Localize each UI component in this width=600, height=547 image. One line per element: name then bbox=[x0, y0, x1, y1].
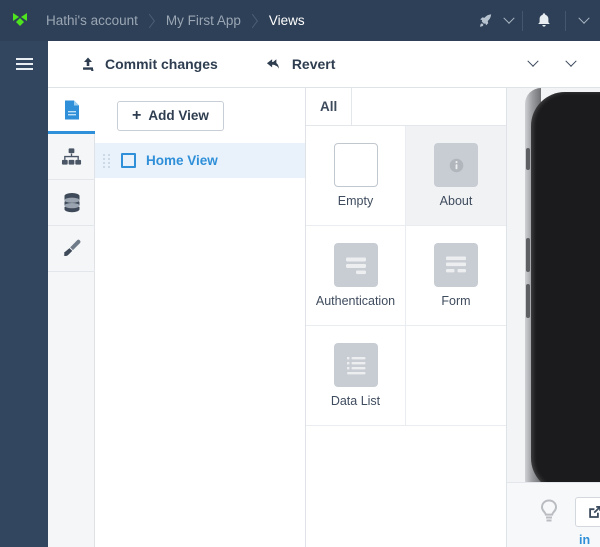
add-view-button[interactable]: + Add View bbox=[117, 100, 224, 131]
empty-square-icon bbox=[333, 143, 378, 187]
breadcrumb-separator-icon bbox=[246, 13, 258, 28]
view-item-label: Home View bbox=[146, 153, 218, 168]
user-menu-button[interactable] bbox=[568, 0, 600, 41]
template-grid: Empty About Authentication Form Data Lis… bbox=[306, 126, 506, 426]
app-root: Hathi's account My First App Views Commi… bbox=[0, 0, 600, 547]
phone-side-button bbox=[526, 148, 530, 170]
hamburger-menu-icon bbox=[15, 58, 33, 60]
tab-all[interactable]: All bbox=[306, 87, 353, 126]
rocket-icon bbox=[479, 14, 491, 27]
hint-lightbulb-button[interactable] bbox=[537, 497, 563, 527]
editor-section-tabs bbox=[48, 88, 95, 547]
breadcrumb-item-account[interactable]: Hathi's account bbox=[40, 0, 160, 41]
header-divider bbox=[522, 10, 523, 31]
list-icon bbox=[333, 343, 378, 387]
drag-handle-icon[interactable] bbox=[103, 153, 111, 168]
add-view-row: + Add View bbox=[95, 88, 305, 143]
template-label: Authentication bbox=[315, 294, 396, 308]
sidebar-item-structure[interactable] bbox=[48, 134, 95, 180]
left-rail bbox=[0, 41, 48, 547]
upload-icon bbox=[83, 57, 94, 71]
template-item-about[interactable]: About bbox=[406, 126, 506, 226]
template-label: About bbox=[439, 194, 473, 208]
revert-button[interactable]: Revert bbox=[250, 41, 352, 88]
bowtie-logo-icon bbox=[13, 12, 27, 26]
phone-volume-up-button bbox=[526, 238, 530, 272]
sidebar-item-data[interactable] bbox=[48, 180, 95, 226]
template-item-empty[interactable]: Empty bbox=[306, 126, 406, 226]
header-actions bbox=[472, 0, 600, 41]
toolbar-dropdown-2-button[interactable] bbox=[552, 41, 590, 88]
rocket-dropdown-button[interactable] bbox=[498, 0, 520, 41]
preview-footer: in bbox=[507, 482, 600, 547]
auth-form-icon bbox=[333, 243, 378, 287]
app-logo[interactable] bbox=[0, 0, 40, 41]
list-item[interactable]: Home View bbox=[95, 143, 305, 178]
bell-icon bbox=[538, 13, 550, 27]
notifications-button[interactable] bbox=[525, 0, 563, 41]
breadcrumb: Hathi's account My First App Views bbox=[40, 0, 327, 41]
chevron-down-icon bbox=[503, 12, 515, 24]
rocket-launch-button[interactable] bbox=[472, 0, 498, 41]
header-divider bbox=[565, 10, 566, 31]
paintbrush-icon bbox=[63, 239, 81, 257]
chevron-down-icon bbox=[527, 55, 539, 67]
template-grid-filler bbox=[406, 326, 506, 426]
lightbulb-icon bbox=[540, 499, 558, 522]
template-label: Data List bbox=[330, 394, 381, 408]
hamburger-menu-button[interactable] bbox=[0, 41, 48, 87]
form-icon bbox=[434, 243, 478, 287]
chevron-down-icon bbox=[578, 12, 590, 24]
chevron-down-icon bbox=[565, 55, 577, 67]
toolbar-dropdown-1-button[interactable] bbox=[514, 41, 552, 88]
toolbar-right-actions bbox=[514, 41, 600, 88]
undo-arrow-icon bbox=[266, 58, 279, 69]
commit-changes-button[interactable]: Commit changes bbox=[64, 41, 234, 88]
sidebar-item-theme[interactable] bbox=[48, 226, 95, 272]
breadcrumb-label: Views bbox=[268, 13, 305, 28]
editor-toolbar: Commit changes Revert bbox=[48, 41, 600, 88]
revert-label: Revert bbox=[291, 56, 336, 72]
views-list-panel: + Add View Home View bbox=[95, 88, 306, 547]
template-item-authentication[interactable]: Authentication bbox=[306, 226, 406, 326]
template-label: Form bbox=[441, 294, 471, 308]
templates-panel: All Empty About Authentication Form Data… bbox=[306, 87, 507, 547]
info-circle-icon bbox=[434, 143, 478, 187]
sidebar-item-pages[interactable] bbox=[48, 88, 95, 134]
template-filter-tabs: All bbox=[306, 87, 506, 126]
breadcrumb-separator-icon bbox=[143, 13, 155, 28]
breadcrumb-item-views[interactable]: Views bbox=[263, 0, 327, 41]
open-external-preview-button[interactable] bbox=[575, 497, 600, 527]
breadcrumb-label: Hathi's account bbox=[46, 13, 138, 28]
phone-volume-down-button bbox=[526, 284, 530, 318]
top-header-bar: Hathi's account My First App Views bbox=[0, 0, 600, 41]
device-preview: CA bbox=[507, 88, 600, 547]
tab-all-label: All bbox=[320, 99, 338, 114]
hamburger-menu-icon bbox=[15, 63, 33, 65]
database-icon bbox=[64, 193, 79, 213]
square-outline-icon bbox=[121, 153, 136, 168]
template-item-data-list[interactable]: Data List bbox=[306, 326, 406, 426]
hamburger-menu-icon bbox=[15, 68, 33, 70]
page-file-icon bbox=[64, 100, 79, 119]
template-item-form[interactable]: Form bbox=[406, 226, 506, 326]
plus-icon: + bbox=[132, 106, 142, 124]
breadcrumb-item-app[interactable]: My First App bbox=[160, 0, 263, 41]
breadcrumb-label: My First App bbox=[165, 13, 241, 28]
phone-body bbox=[531, 92, 600, 492]
add-view-label: Add View bbox=[148, 108, 209, 123]
external-link-icon bbox=[589, 506, 600, 518]
preview-footer-link[interactable]: in bbox=[579, 533, 590, 547]
sitemap-icon bbox=[61, 147, 82, 165]
commit-changes-label: Commit changes bbox=[105, 56, 218, 72]
template-label: Empty bbox=[337, 194, 374, 208]
